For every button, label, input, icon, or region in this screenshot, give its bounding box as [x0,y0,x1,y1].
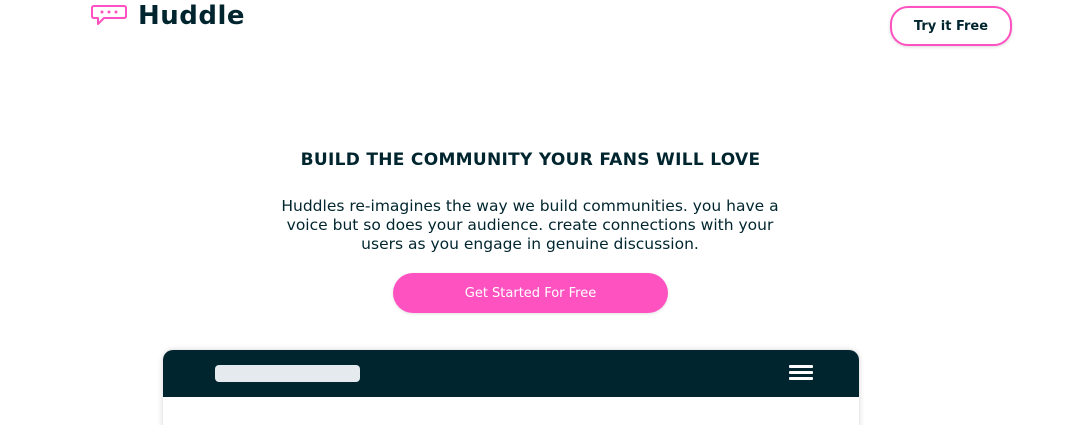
hamburger-menu-icon [789,365,813,382]
mockup-header-bar [163,350,859,397]
try-it-free-button[interactable]: Try it Free [890,6,1012,46]
logo-text: Huddle [138,1,246,31]
hero-description: Huddles re-imagines the way we build com… [281,197,779,253]
speech-bubble-icon [91,5,127,25]
landing-page: Huddle Try it Free BUILD THE COMMUNITY Y… [0,0,1076,425]
logo[interactable]: Huddle [90,2,245,30]
hero-title: BUILD THE COMMUNITY YOUR FANS WILL LOVE [300,150,761,170]
mockup-title-placeholder [215,365,360,382]
app-mockup-preview [163,350,859,425]
get-started-button[interactable]: Get Started For Free [393,273,668,313]
